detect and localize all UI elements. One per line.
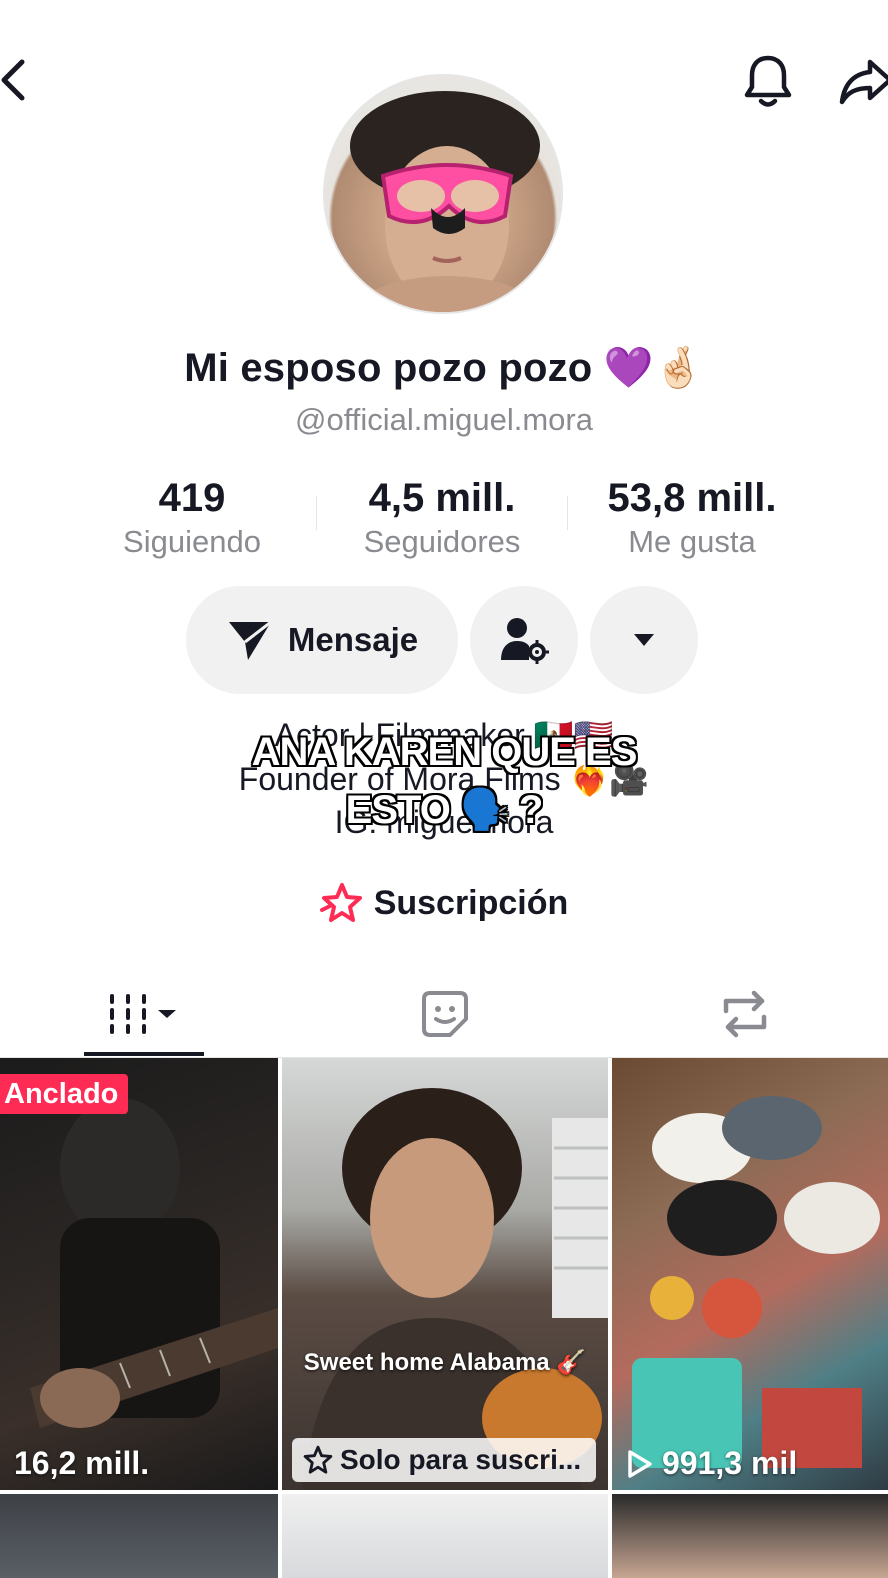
repost-icon [723,990,767,1038]
star-outline-icon [319,883,362,922]
video-caption: Sweet home Alabama 🎸 [303,1349,587,1376]
stat-following[interactable]: 419 Siguiendo [100,474,284,562]
stat-value: 419 [158,476,226,520]
video-thumbnail[interactable] [0,1494,278,1578]
user-settings-icon [501,618,549,664]
caret-down-icon [634,634,654,646]
pinned-badge: Anclado [0,1074,129,1114]
caption-overlay-text: ANA KAREN QUE ES [251,730,638,774]
tab-reposts[interactable] [700,970,790,1058]
tab-favorites[interactable] [400,970,490,1058]
stat-divider [316,496,317,530]
notifications-button[interactable] [738,50,798,114]
stat-followers[interactable]: 4,5 mill. Seguidores [340,474,544,562]
avatar[interactable] [323,74,563,314]
message-label: Mensaje [287,621,419,658]
video-thumbnail[interactable] [612,1494,888,1578]
sticker-icon [422,991,468,1037]
subscription-label: Suscripción [373,883,569,922]
tab-videos[interactable] [84,970,204,1058]
back-button[interactable] [0,50,34,110]
friend-settings-button[interactable] [470,586,578,694]
stat-divider [567,496,568,530]
thumbnail-art [30,1098,278,1428]
more-options-button[interactable] [590,586,698,694]
subscription-link[interactable]: Suscripción [0,882,888,924]
profile-tabs [0,970,888,1058]
thumbnail-art [632,1096,880,1468]
subscriber-only-badge: Solo para suscri... [292,1438,596,1482]
stat-label: Seguidores [363,524,521,559]
view-count: 16,2 mill. [14,1445,150,1481]
username-handle: @official.miguel.mora [295,402,593,437]
avatar-photo [350,91,542,312]
video-thumbnail[interactable]: Sweet home Alabama 🎸 Solo para suscri... [282,1058,608,1490]
stat-label: Me gusta [628,524,756,559]
stat-likes[interactable]: 53,8 mill. Me gusta [584,474,800,562]
stat-value: 53,8 mill. [607,476,777,520]
view-count: 991,3 mil [626,1445,797,1482]
chevron-left-icon [1,59,25,101]
stat-label: Siguiendo [123,524,261,559]
caption-overlay-text: ESTO 🗣️ ? [345,788,544,832]
video-thumbnail[interactable]: 991,3 mil [612,1058,888,1490]
video-grid: Anclado 16,2 mill. Sweet home Alabama 🎸 … [0,1058,888,1578]
video-thumbnail[interactable] [282,1494,608,1578]
play-icon [628,1449,652,1478]
display-name: Mi esposo pozo pozo 💜🤞🏻 [184,346,704,390]
video-thumbnail[interactable]: Anclado 16,2 mill. [0,1058,278,1490]
thumbnail-art [302,1088,608,1490]
active-tab-indicator [84,1052,204,1056]
send-icon [228,620,272,660]
share-button[interactable] [836,52,888,112]
bell-icon [744,55,792,107]
stat-value: 4,5 mill. [368,476,516,520]
star-outline-icon [303,1445,333,1474]
share-arrow-icon [839,59,888,105]
grid-columns-icon [110,994,176,1034]
message-button[interactable]: Mensaje [186,586,458,694]
